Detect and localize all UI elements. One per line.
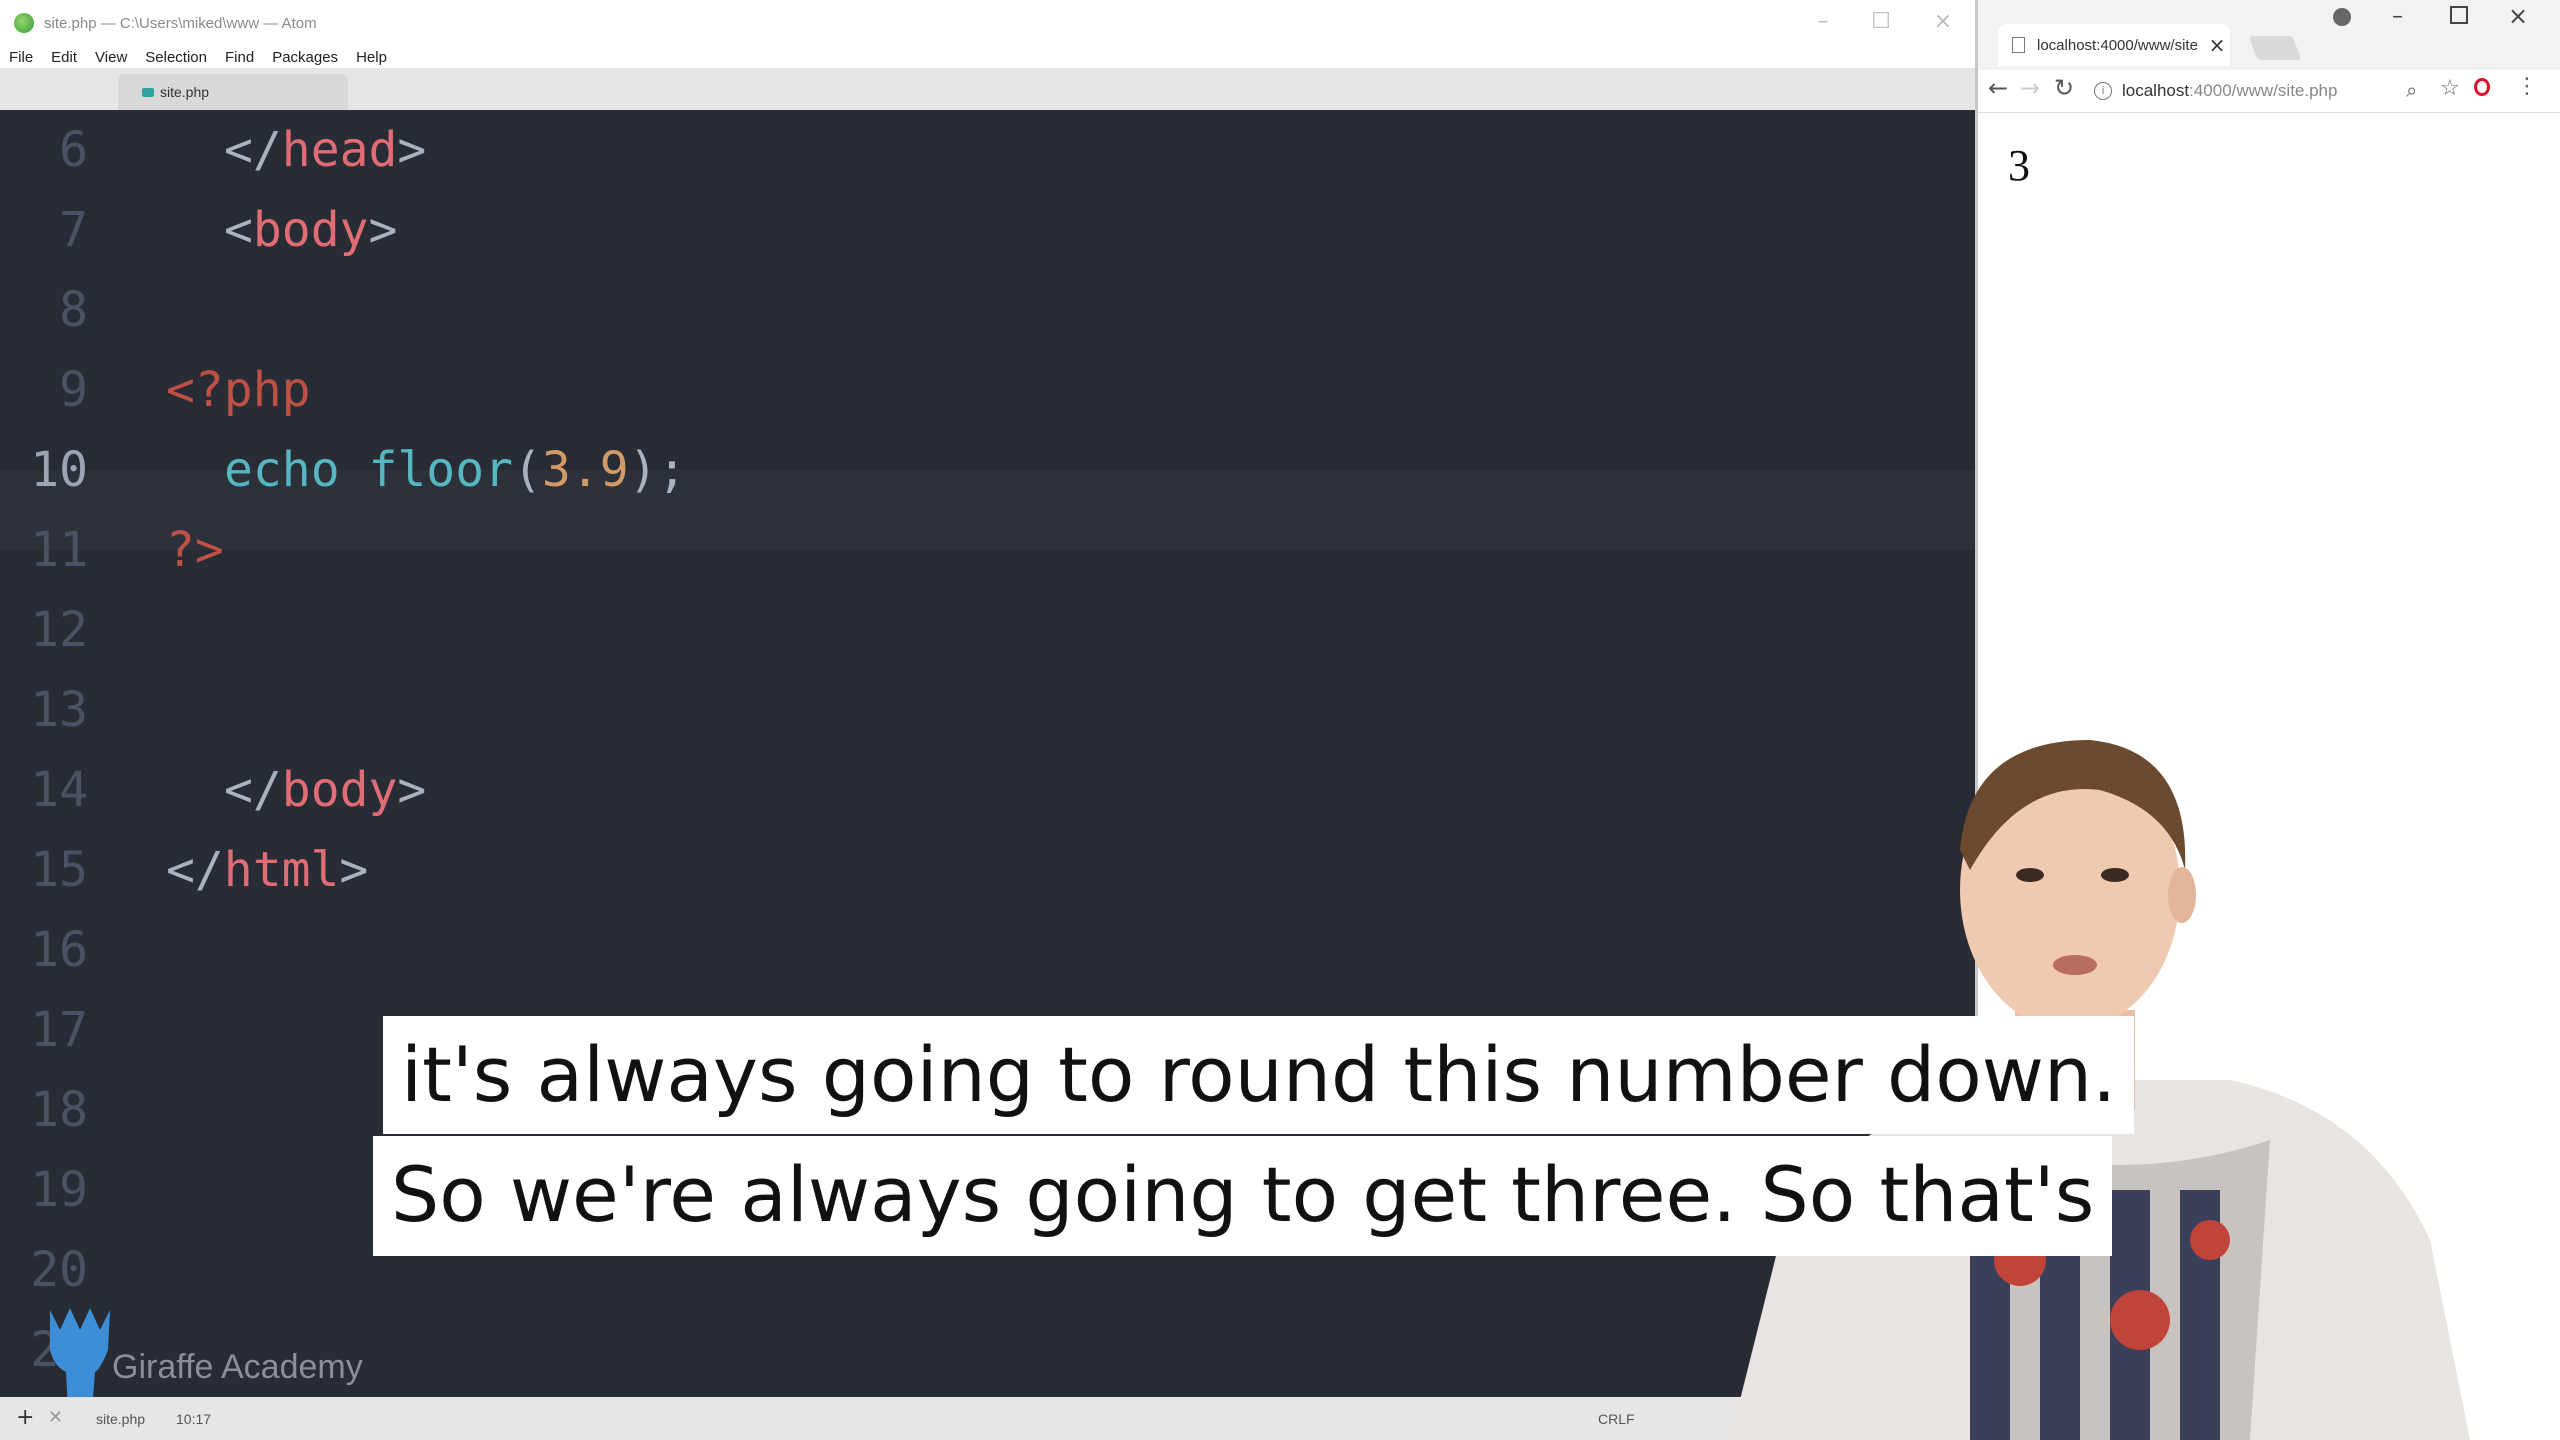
code-line-13: </body> bbox=[224, 762, 427, 818]
browser-tab-title: localhost:4000/www/site bbox=[2037, 36, 2198, 54]
browser-menu-icon[interactable]: ⋮ bbox=[2516, 74, 2538, 99]
file-icon bbox=[142, 87, 154, 97]
menu-edit[interactable]: Edit bbox=[42, 49, 86, 66]
line-number: 15 bbox=[30, 842, 88, 898]
atom-tab-bar: site.php bbox=[0, 68, 1975, 110]
code-line-9: <?php bbox=[166, 362, 311, 418]
status-line-ending[interactable]: CRLF bbox=[1598, 1411, 1635, 1427]
tab-close-icon[interactable]: × bbox=[2204, 33, 2230, 57]
close-icon[interactable]: × bbox=[1928, 10, 1958, 34]
tab-site-php[interactable]: site.php bbox=[118, 74, 348, 110]
zoom-icon[interactable]: ⌕ bbox=[2406, 78, 2417, 102]
close-icon[interactable]: × bbox=[2508, 2, 2528, 30]
atom-title-bar: site.php — C:\Users\miked\www — Atom – ☐… bbox=[0, 0, 1975, 46]
url-path: :4000/www/site.php bbox=[2189, 81, 2338, 100]
line-number: 13 bbox=[30, 682, 88, 738]
reload-icon[interactable]: ↻ bbox=[2054, 74, 2074, 102]
close-panel-icon[interactable]: ✕ bbox=[48, 1407, 63, 1428]
browser-tab-strip: localhost:4000/www/site × – × bbox=[1978, 0, 2560, 70]
line-number: 12 bbox=[30, 602, 88, 658]
line-number: 7 bbox=[59, 202, 88, 258]
page-output-text: 3 bbox=[2008, 141, 2030, 190]
minimize-icon[interactable]: – bbox=[2392, 4, 2403, 29]
code-line-7: <body> bbox=[224, 202, 398, 258]
document-icon bbox=[2012, 37, 2025, 53]
status-file-name[interactable]: site.php bbox=[96, 1411, 145, 1427]
line-number: 18 bbox=[30, 1082, 88, 1138]
line-number: 20 bbox=[30, 1242, 88, 1298]
minimize-icon[interactable]: – bbox=[1808, 10, 1838, 34]
info-icon[interactable]: i bbox=[2094, 82, 2112, 100]
code-line-11: ?> bbox=[166, 522, 224, 578]
line-number: 9 bbox=[59, 362, 88, 418]
status-cursor-position[interactable]: 10:17 bbox=[176, 1411, 211, 1427]
menu-view[interactable]: View bbox=[86, 49, 136, 66]
bookmark-star-icon[interactable]: ☆ bbox=[2440, 76, 2460, 101]
line-number: 11 bbox=[30, 522, 88, 578]
line-number: 17 bbox=[30, 1002, 88, 1058]
back-icon[interactable]: ← bbox=[1988, 74, 2008, 102]
browser-toolbar: ← → ↻ i localhost:4000/www/site.php ⌕ ☆ … bbox=[1978, 70, 2560, 113]
line-number: 19 bbox=[30, 1162, 88, 1218]
line-number: 16 bbox=[30, 922, 88, 978]
line-number: 6 bbox=[59, 122, 88, 178]
subtitle-line-2: So we're always going to get three. So t… bbox=[373, 1136, 2113, 1256]
account-icon[interactable] bbox=[2333, 8, 2351, 26]
menu-file[interactable]: File bbox=[0, 49, 42, 66]
forward-icon[interactable]: → bbox=[2020, 74, 2040, 102]
menu-selection[interactable]: Selection bbox=[136, 49, 216, 66]
maximize-icon[interactable]: ☐ bbox=[1866, 10, 1896, 34]
tab-label: site.php bbox=[160, 84, 210, 100]
watermark-text: Giraffe Academy bbox=[112, 1348, 363, 1386]
code-line-10: echo floor(3.9); bbox=[224, 442, 687, 498]
code-line-6: </head> bbox=[224, 122, 427, 178]
atom-window-title: site.php — C:\Users\miked\www — Atom bbox=[44, 14, 317, 32]
url-host: localhost bbox=[2122, 81, 2190, 100]
opera-extension-icon[interactable] bbox=[2474, 78, 2490, 96]
line-number: 14 bbox=[30, 762, 88, 818]
menu-help[interactable]: Help bbox=[347, 49, 396, 66]
browser-tab[interactable]: localhost:4000/www/site × bbox=[1998, 24, 2230, 66]
menu-packages[interactable]: Packages bbox=[263, 49, 347, 66]
line-number-active: 10 bbox=[30, 442, 88, 498]
new-tab-button[interactable] bbox=[2248, 36, 2302, 60]
line-number: 8 bbox=[59, 282, 88, 338]
atom-logo-icon bbox=[14, 13, 34, 33]
maximize-icon[interactable] bbox=[2450, 6, 2468, 24]
menu-find[interactable]: Find bbox=[216, 49, 263, 66]
code-line-14: </html> bbox=[166, 842, 369, 898]
subtitle-line-1: it's always going to round this number d… bbox=[383, 1016, 2135, 1134]
atom-menu-bar: File Edit View Selection Find Packages H… bbox=[0, 46, 1975, 68]
add-icon[interactable]: + bbox=[16, 1405, 34, 1430]
